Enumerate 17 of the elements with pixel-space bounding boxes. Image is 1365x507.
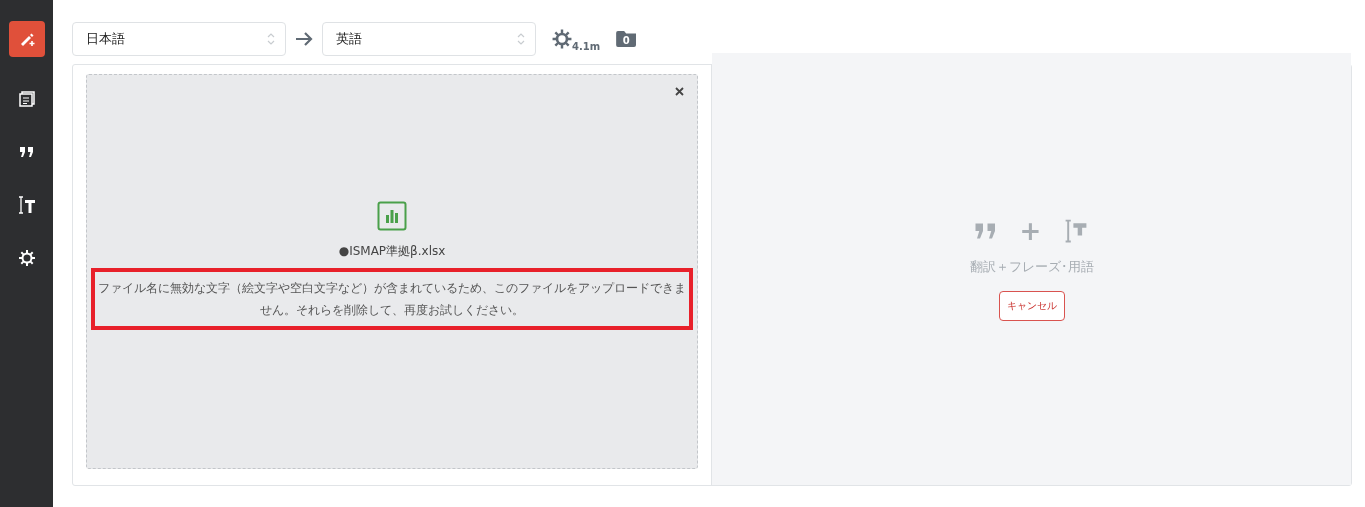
close-icon[interactable]: [675, 87, 684, 96]
spreadsheet-icon: [377, 201, 407, 231]
caption: 翻訳＋フレーズ･用語: [969, 257, 1094, 276]
plus-sign: +: [1019, 217, 1042, 244]
quote-icon: [973, 221, 998, 240]
file-name: ●ISMAP準拠β.xlsx: [338, 243, 446, 260]
source-language-select[interactable]: 日本語: [72, 22, 286, 56]
target-language-select[interactable]: 英語: [322, 22, 536, 56]
folder-badge[interactable]: 0: [616, 31, 637, 47]
arrow-right-icon: [294, 31, 314, 47]
chevron-updown-icon: [266, 31, 276, 47]
error-message: ファイル名に無効な文字（絵文字や空白文字など）が含まれているため、このファイルをアップロードできません。それらを削除して、再度お試しください。: [97, 280, 687, 319]
drop-zone[interactable]: ●ISMAP準拠β.xlsx ファイル名に無効な文字（絵文字や空白文字など）が含まれているため、このファイルをアップロードできません。それらを削除して、再度お試しください。: [86, 74, 698, 469]
chevron-updown-icon: [516, 31, 526, 47]
cancel-button[interactable]: キャンセル: [998, 290, 1065, 321]
new-button[interactable]: [8, 21, 45, 57]
usage-count: 4.1m: [572, 41, 601, 52]
